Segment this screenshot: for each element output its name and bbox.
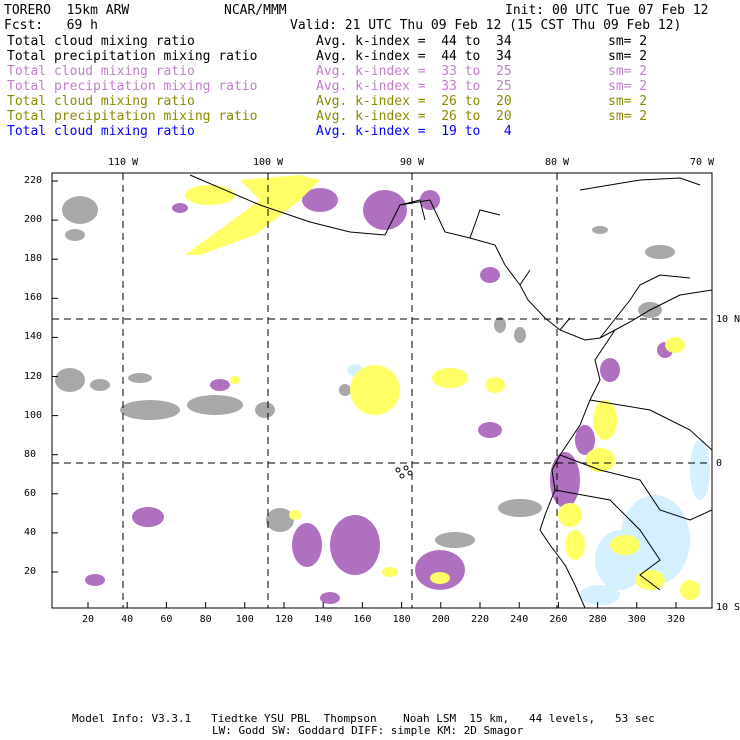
x-tick-label: 100: [235, 614, 254, 625]
top-lon-label: 90 W: [399, 157, 425, 168]
right-lat-label: 0: [716, 458, 723, 469]
top-lon-label: 80 W: [544, 157, 570, 168]
right-lat-label: 10 N: [716, 314, 740, 325]
y-tick-label: 100: [24, 409, 43, 421]
top-lon-label: 110 W: [107, 157, 139, 168]
top-lon-label: 70 W: [689, 157, 715, 168]
x-tick-label: 140: [314, 614, 333, 625]
x-tick-label: 240: [510, 614, 529, 625]
x-tick-label: 160: [353, 614, 372, 625]
y-tick-label: 80: [24, 448, 37, 460]
y-tick-label: 20: [24, 566, 37, 577]
y-tick-label: 140: [24, 331, 43, 343]
x-tick-label: 40: [121, 614, 134, 625]
x-tick-label: 220: [470, 614, 490, 625]
y-tick-label: 200: [24, 214, 43, 226]
cloud-k19-4: [347, 364, 710, 605]
footer-physics-info: LW: Godd SW: Goddard DIFF: simple KM: 2D…: [212, 724, 524, 737]
y-tick-label: 60: [24, 487, 37, 499]
y-tick-label: 180: [24, 253, 43, 265]
x-tick-label: 300: [627, 614, 646, 625]
x-tick-label: 120: [274, 614, 294, 625]
x-tick-label: 280: [588, 614, 607, 625]
y-tick-label: 220: [24, 175, 43, 186]
top-lon-label: 100 W: [252, 157, 284, 168]
x-tick-label: 200: [431, 614, 450, 625]
x-tick-label: 320: [666, 614, 686, 625]
x-tick-label: 180: [392, 614, 411, 625]
y-tick-label: 160: [24, 292, 43, 304]
x-tick-label: 20: [81, 614, 95, 625]
x-tick-label: 260: [549, 614, 568, 625]
x-tick-label: 80: [199, 614, 212, 625]
x-tick-label: 60: [160, 614, 173, 625]
y-tick-label: 40: [24, 526, 37, 538]
y-tick-label: 120: [24, 370, 43, 382]
right-lat-label: 10 S: [716, 602, 740, 613]
map-plot: [51, 172, 713, 609]
